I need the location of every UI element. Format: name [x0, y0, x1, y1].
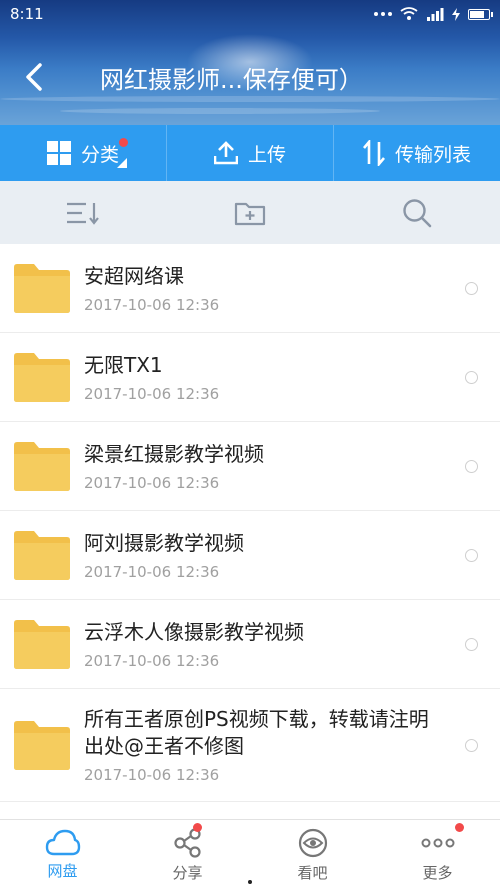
- nav-label: 网盘: [47, 862, 78, 880]
- nav-item-share[interactable]: 分享: [125, 820, 250, 888]
- grid-icon: [46, 141, 71, 165]
- file-name: 阿刘摄影教学视频: [84, 530, 244, 555]
- file-name: 云浮木人像摄影教学视频: [84, 619, 304, 644]
- select-radio[interactable]: [465, 281, 478, 295]
- folder-icon: [14, 620, 70, 669]
- new-folder-icon: [234, 202, 266, 225]
- nav-item-netdisk[interactable]: 网盘: [0, 820, 125, 888]
- header: 8:11 网红摄影师...保存便可）: [0, 0, 500, 125]
- select-radio[interactable]: [465, 459, 478, 473]
- nav-item-more[interactable]: 更多: [375, 820, 500, 888]
- dropdown-corner-icon: [117, 158, 127, 168]
- file-date: 2017-10-06 12:36: [84, 295, 220, 314]
- folder-icon: [14, 353, 70, 402]
- header-wave: [60, 108, 380, 114]
- list-item[interactable]: 安超网络课 2017-10-06 12:36: [0, 244, 500, 333]
- file-text: 梁景红摄影教学视频 2017-10-06 12:36: [84, 441, 440, 492]
- signal-icon: [427, 7, 444, 21]
- file-name: 所有王者原创PS视频下载，转载请注明出处@王者不修图: [84, 707, 429, 758]
- transfer-list-button[interactable]: 传输列表: [333, 125, 500, 181]
- nav-label: 分享: [172, 864, 203, 882]
- select-radio[interactable]: [465, 370, 478, 384]
- list-item[interactable]: 无限TX1 2017-10-06 12:36: [0, 333, 500, 422]
- classify-label: 分类: [80, 143, 119, 166]
- folder-icon: [14, 531, 70, 580]
- file-date: 2017-10-06 12:36: [84, 766, 220, 784]
- file-text: 阿刘摄影教学视频 2017-10-06 12:36: [84, 530, 440, 581]
- file-text: 所有王者原创PS视频下载，转载请注明出处@王者不修图 2017-10-06 12…: [84, 706, 440, 784]
- list-item[interactable]: 梁景红摄影教学视频 2017-10-06 12:36: [0, 422, 500, 511]
- file-list: 安超网络课 2017-10-06 12:36 无限TX1 2017-10-06 …: [0, 244, 500, 819]
- upload-icon: [213, 141, 238, 165]
- file-text: 云浮木人像摄影教学视频 2017-10-06 12:36: [84, 619, 440, 670]
- folder-icon: [14, 264, 70, 313]
- battery-icon: [468, 8, 493, 20]
- transfer-icon: [362, 140, 385, 166]
- notification-badge: [455, 823, 464, 832]
- list-item[interactable]: 阿刘摄影教学视频 2017-10-06 12:36: [0, 511, 500, 600]
- nav-label: 看吧: [297, 864, 328, 882]
- file-date: 2017-10-06 12:36: [84, 384, 220, 403]
- list-item[interactable]: 所有王者原创PS视频下载，转载请注明出处@王者不修图 2017-10-06 12…: [0, 689, 500, 802]
- charging-icon: [452, 7, 460, 21]
- back-button[interactable]: [16, 55, 52, 99]
- transfer-list-label: 传输列表: [394, 143, 471, 166]
- select-radio[interactable]: [465, 738, 478, 752]
- classify-button[interactable]: 分类: [0, 125, 166, 181]
- file-date: 2017-10-06 12:36: [84, 562, 220, 581]
- upload-button[interactable]: 上传: [166, 125, 333, 181]
- status-bar: 8:11: [0, 0, 500, 28]
- cloud-icon: [45, 829, 80, 856]
- file-date: 2017-10-06 12:36: [84, 473, 220, 492]
- nav-label: 更多: [422, 864, 453, 882]
- file-text: 安超网络课 2017-10-06 12:36: [84, 263, 440, 314]
- folder-icon: [14, 721, 70, 770]
- status-icons: [374, 7, 493, 21]
- wifi-icon: [400, 7, 418, 20]
- list-item[interactable]: 云浮木人像摄影教学视频 2017-10-06 12:36: [0, 600, 500, 689]
- select-radio[interactable]: [465, 548, 478, 562]
- folder-icon: [14, 442, 70, 491]
- notification-badge: [193, 823, 202, 832]
- file-text: 无限TX1 2017-10-06 12:36: [84, 352, 440, 403]
- file-date: 2017-10-06 12:36: [84, 651, 220, 670]
- search-button[interactable]: [333, 181, 500, 244]
- upload-label: 上传: [247, 143, 286, 166]
- nav-item-watch[interactable]: 看吧: [250, 820, 375, 888]
- share-icon: [173, 828, 201, 858]
- select-radio[interactable]: [465, 637, 478, 651]
- action-bar: 分类 上传 传输列表: [0, 125, 500, 181]
- file-name: 无限TX1: [84, 352, 163, 377]
- status-time: 8:11: [10, 5, 44, 23]
- file-name: 安超网络课: [84, 263, 184, 288]
- chevron-left-icon: [26, 63, 42, 91]
- search-icon: [402, 198, 431, 227]
- sort-button[interactable]: [0, 181, 167, 244]
- more-icon: [421, 838, 454, 848]
- home-indicator: [248, 880, 252, 884]
- notification-badge: [119, 138, 128, 147]
- tool-bar: [0, 181, 500, 244]
- new-folder-button[interactable]: [167, 181, 334, 244]
- page-title: 网红摄影师...保存便可）: [100, 66, 363, 94]
- notification-dots-icon: [374, 12, 392, 16]
- file-name: 梁景红摄影教学视频: [84, 441, 264, 466]
- bottom-nav: 网盘 分享 看吧 更多: [0, 819, 500, 888]
- sort-icon: [67, 202, 100, 225]
- eye-icon: [298, 828, 327, 858]
